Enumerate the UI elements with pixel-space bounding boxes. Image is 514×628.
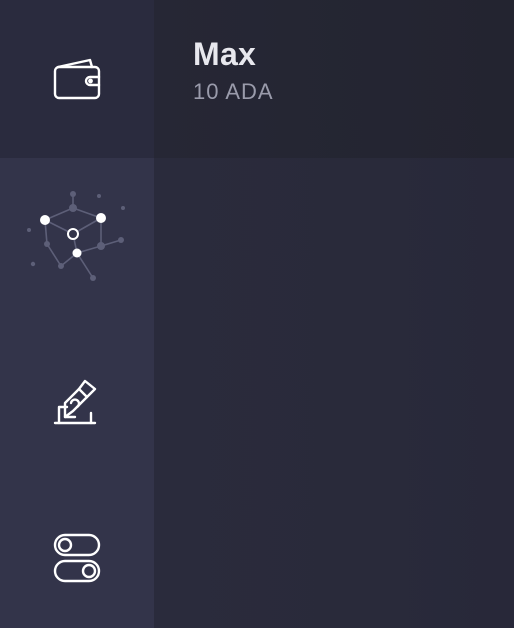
sidebar-item-wallet[interactable]: [0, 0, 154, 158]
wallet-balance: 10 ADA: [193, 79, 274, 104]
sidebar: [0, 0, 154, 628]
wallet-summary: Max 10 ADA: [154, 0, 514, 158]
vote-icon: [51, 377, 103, 429]
network-icon: [17, 178, 137, 298]
sidebar-item-network[interactable]: [0, 158, 154, 318]
sidebar-item-settings[interactable]: [0, 488, 154, 628]
wallet-icon: [52, 57, 102, 101]
wallet-name: Max: [193, 36, 257, 72]
app-window: Max 10 ADA: [0, 0, 514, 628]
content-area: [154, 158, 514, 628]
toggles-icon: [51, 532, 103, 584]
sidebar-item-voting[interactable]: [0, 318, 154, 488]
main-panel: Max 10 ADA: [154, 0, 514, 628]
